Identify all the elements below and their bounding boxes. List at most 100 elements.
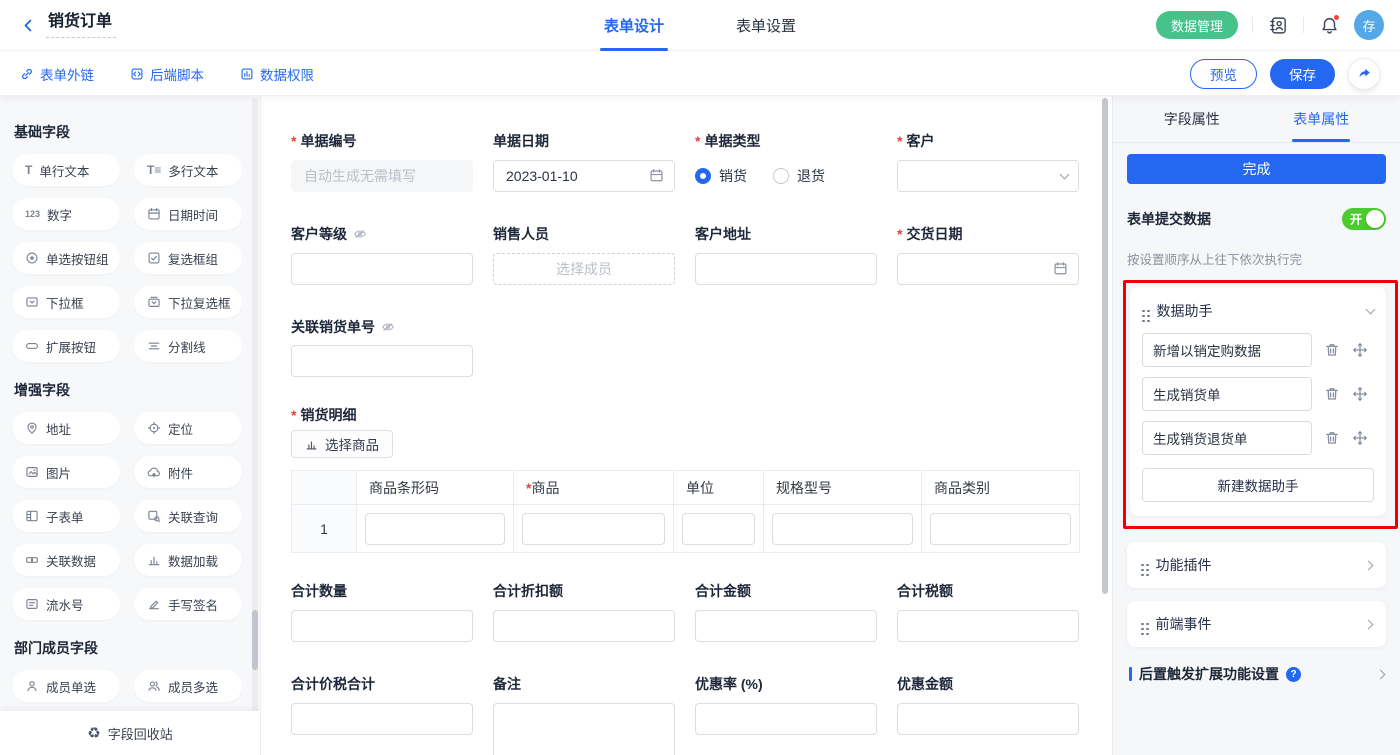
customer-level-input[interactable] bbox=[302, 260, 462, 278]
field-total-tax[interactable]: 合计税额 bbox=[897, 583, 1079, 642]
assistant-item[interactable]: 生成销货单 bbox=[1142, 377, 1312, 411]
sidebar-item-single-line-text[interactable]: T单行文本 bbox=[12, 154, 120, 186]
sidebar-item-subform[interactable]: 子表单 bbox=[12, 500, 120, 532]
data-permission-action[interactable]: 数据权限 bbox=[240, 64, 314, 84]
customer-address-input[interactable] bbox=[706, 260, 866, 278]
sidebar-item-divider-line[interactable]: 分割线 bbox=[134, 330, 242, 362]
total-with-tax-input[interactable] bbox=[302, 710, 462, 728]
tab-form-settings[interactable]: 表单设置 bbox=[736, 0, 796, 51]
field-total-with-tax[interactable]: 合计价税合计 bbox=[291, 676, 473, 755]
trash-icon[interactable] bbox=[1324, 342, 1340, 358]
spec-cell-input[interactable] bbox=[772, 513, 913, 545]
discount-rate-input[interactable] bbox=[706, 710, 866, 728]
category-cell-input[interactable] bbox=[930, 513, 1071, 545]
share-button[interactable] bbox=[1348, 58, 1380, 90]
back-button[interactable] bbox=[16, 13, 40, 37]
sidebar-item-linked-data[interactable]: 关联数据 bbox=[12, 544, 120, 576]
sidebar-item-checkbox-group[interactable]: 复选框组 bbox=[134, 242, 242, 274]
sidebar-scrollbar-thumb[interactable] bbox=[252, 610, 258, 670]
assistant-item[interactable]: 新增以销定购数据 bbox=[1142, 333, 1312, 367]
field-related-order-no[interactable]: 关联销货单号 bbox=[291, 319, 473, 378]
field-customer[interactable]: *客户 bbox=[897, 133, 1079, 192]
total-discount-input[interactable] bbox=[504, 617, 664, 635]
delivery-date-input[interactable] bbox=[908, 260, 1053, 278]
contact-book-icon[interactable] bbox=[1267, 14, 1289, 36]
drag-handle-icon[interactable] bbox=[1142, 310, 1145, 313]
notification-bell-icon[interactable] bbox=[1318, 14, 1340, 36]
move-icon[interactable] bbox=[1352, 430, 1368, 446]
field-customer-address[interactable]: 客户地址 bbox=[695, 226, 877, 285]
data-manage-button[interactable]: 数据管理 bbox=[1156, 11, 1238, 39]
product-cell-input[interactable] bbox=[522, 513, 665, 545]
select-product-button[interactable]: 选择商品 bbox=[291, 430, 393, 458]
preview-button[interactable]: 预览 bbox=[1190, 59, 1257, 89]
related-order-no-input[interactable] bbox=[302, 352, 462, 370]
order-date-input[interactable] bbox=[504, 167, 649, 185]
field-total-discount[interactable]: 合计折扣额 bbox=[493, 583, 675, 642]
sidebar-item-radio-group[interactable]: 单选按钮组 bbox=[12, 242, 120, 274]
sidebar-item-data-load[interactable]: 数据加载 bbox=[134, 544, 242, 576]
sidebar-item-dropdown[interactable]: 下拉框 bbox=[12, 286, 120, 318]
sidebar-item-multi-line-text[interactable]: T≡多行文本 bbox=[134, 154, 242, 186]
discount-amount-input[interactable] bbox=[908, 710, 1068, 728]
field-order-date[interactable]: 单据日期 bbox=[493, 133, 675, 192]
form-title[interactable]: 销货订单 bbox=[46, 12, 116, 38]
field-discount-rate[interactable]: 优惠率 (%) bbox=[695, 676, 877, 755]
field-remark[interactable]: 备注 bbox=[493, 676, 675, 755]
trash-icon[interactable] bbox=[1324, 430, 1340, 446]
sidebar-item-locate[interactable]: 定位 bbox=[134, 412, 242, 444]
unit-cell-input[interactable] bbox=[682, 513, 755, 545]
trash-icon[interactable] bbox=[1324, 386, 1340, 402]
sidebar-item-image[interactable]: 图片 bbox=[12, 456, 120, 488]
sidebar-item-address[interactable]: 地址 bbox=[12, 412, 120, 444]
sidebar-item-datetime[interactable]: 日期时间 bbox=[134, 198, 242, 230]
data-assistant-header[interactable]: 数据助手 bbox=[1142, 299, 1374, 323]
drag-handle-icon[interactable] bbox=[1141, 623, 1144, 626]
save-button[interactable]: 保存 bbox=[1270, 59, 1335, 89]
radio-option-return[interactable]: 退货 bbox=[773, 166, 825, 186]
move-icon[interactable] bbox=[1352, 386, 1368, 402]
order-no-input[interactable] bbox=[302, 167, 462, 185]
barcode-cell-input[interactable] bbox=[365, 513, 505, 545]
post-trigger-settings[interactable]: 后置触发扩展功能设置 ? bbox=[1127, 664, 1386, 684]
user-avatar[interactable]: 存 bbox=[1354, 10, 1384, 40]
sidebar-item-expand-button[interactable]: 扩展按钮 bbox=[12, 330, 120, 362]
sidebar-item-number[interactable]: 123数字 bbox=[12, 198, 120, 230]
sidebar-item-serial-number[interactable]: 流水号 bbox=[12, 588, 120, 620]
field-total-amount[interactable]: 合计金额 bbox=[695, 583, 877, 642]
sidebar-item-signature[interactable]: 手写签名 bbox=[134, 588, 242, 620]
total-amount-input[interactable] bbox=[706, 617, 866, 635]
sidebar-item-member-single[interactable]: 成员单选 bbox=[12, 670, 120, 702]
field-customer-level[interactable]: 客户等级 bbox=[291, 226, 473, 285]
total-tax-input[interactable] bbox=[908, 617, 1068, 635]
field-recycle-bin[interactable]: ♻ 字段回收站 bbox=[0, 711, 260, 755]
sidebar-item-lookup[interactable]: 关联查询 bbox=[134, 500, 242, 532]
sidebar-item-member-multi[interactable]: 成员多选 bbox=[134, 670, 242, 702]
drag-handle-icon[interactable] bbox=[1141, 564, 1144, 567]
field-total-qty[interactable]: 合计数量 bbox=[291, 583, 473, 642]
member-picker[interactable]: 选择成员 bbox=[493, 253, 675, 285]
remark-textarea[interactable] bbox=[493, 703, 675, 755]
sidebar-item-multi-dropdown[interactable]: 下拉复选框 bbox=[134, 286, 242, 318]
tab-form-properties[interactable]: 表单属性 bbox=[1257, 96, 1387, 142]
radio-option-sale[interactable]: 销货 bbox=[695, 166, 747, 186]
move-icon[interactable] bbox=[1352, 342, 1368, 358]
sidebar-item-attachment[interactable]: 附件 bbox=[134, 456, 242, 488]
customer-select[interactable] bbox=[897, 160, 1079, 192]
assistant-item[interactable]: 生成销货退货单 bbox=[1142, 421, 1312, 455]
done-button[interactable]: 完成 bbox=[1127, 154, 1386, 184]
field-sales-person[interactable]: 销售人员 选择成员 bbox=[493, 226, 675, 285]
help-icon[interactable]: ? bbox=[1286, 667, 1301, 682]
submit-data-toggle[interactable]: 开 bbox=[1342, 208, 1386, 230]
field-order-type[interactable]: *单据类型 销货 退货 bbox=[695, 133, 877, 192]
new-data-assistant-button[interactable]: 新建数据助手 bbox=[1142, 468, 1374, 502]
external-link-action[interactable]: 表单外链 bbox=[20, 64, 94, 84]
field-order-no[interactable]: *单据编号 bbox=[291, 133, 473, 192]
backend-script-action[interactable]: 后端脚本 bbox=[130, 64, 204, 84]
total-qty-input[interactable] bbox=[302, 617, 462, 635]
chevron-down-icon[interactable] bbox=[1366, 305, 1376, 315]
frontend-event-card[interactable]: 前端事件 bbox=[1127, 601, 1386, 647]
field-delivery-date[interactable]: *交货日期 bbox=[897, 226, 1079, 285]
canvas-scrollbar-thumb[interactable] bbox=[1102, 98, 1108, 594]
field-discount-amount[interactable]: 优惠金额 bbox=[897, 676, 1079, 755]
